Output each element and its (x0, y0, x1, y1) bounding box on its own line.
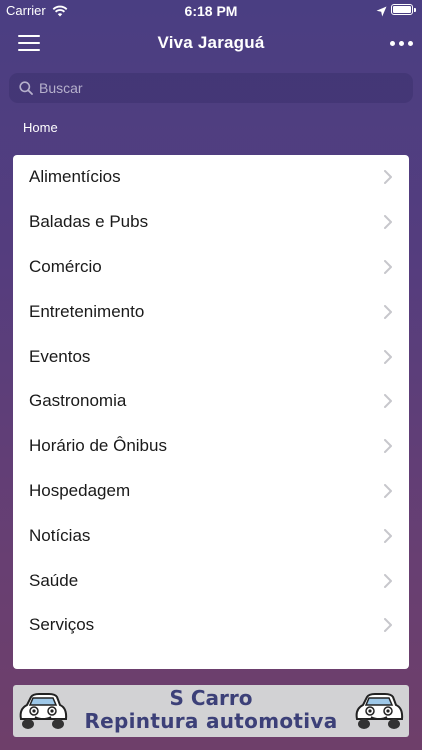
more-options-icon[interactable] (390, 41, 414, 47)
list-item-label: Entretenimento (29, 301, 145, 321)
list-item-label: Baladas e Pubs (29, 212, 149, 232)
search-bar[interactable] (9, 73, 413, 103)
chevron-right-icon (384, 349, 392, 364)
list-item-label: Comércio (29, 256, 102, 276)
breadcrumb[interactable]: Home (23, 120, 58, 135)
list-item-label: Alimentícios (29, 167, 121, 187)
list-item[interactable]: Saúde (13, 558, 409, 603)
chevron-right-icon (384, 573, 392, 588)
banner-subtitle: Repintura automotiva (84, 709, 338, 733)
chevron-right-icon (384, 170, 392, 185)
list-item-label: Gastronomia (29, 391, 127, 411)
list-item-label: Notícias (29, 525, 91, 545)
navigation-bar: Viva Jaraguá (0, 22, 422, 66)
chevron-right-icon (384, 304, 392, 319)
chevron-right-icon (384, 394, 392, 409)
chevron-right-icon (384, 618, 392, 633)
list-item[interactable]: Hospedagem (13, 469, 409, 514)
list-item[interactable]: Baladas e Pubs (13, 200, 409, 245)
clock: 6:18 PM (184, 3, 238, 19)
list-item-label: Horário de Ônibus (29, 436, 167, 456)
chevron-right-icon (384, 215, 392, 230)
list-item[interactable]: Alimentícios (13, 155, 409, 200)
category-list: Alimentícios Baladas e Pubs Comércio Ent… (13, 155, 409, 669)
chevron-right-icon (384, 528, 392, 543)
list-item-label: Hospedagem (29, 480, 131, 500)
chevron-right-icon (384, 483, 392, 498)
list-item[interactable]: Eventos (13, 334, 409, 379)
list-item-label: Saúde (29, 570, 79, 590)
battery-icon (391, 4, 416, 15)
chevron-right-icon (384, 439, 392, 454)
page-title: Viva Jaraguá (157, 33, 265, 52)
list-item[interactable]: Gastronomia (13, 379, 409, 424)
list-item-label: Eventos (29, 346, 91, 366)
list-item-label: Serviços (29, 615, 95, 635)
list-item[interactable]: Notícias (13, 513, 409, 558)
list-item[interactable]: Serviços (13, 603, 409, 648)
status-bar: Carrier 6:18 PM (0, 0, 422, 22)
list-item[interactable]: Entretenimento (13, 289, 409, 334)
list-item[interactable]: Horário de Ônibus (13, 424, 409, 469)
location-arrow-icon (376, 4, 387, 22)
cartoon-car-icon (355, 693, 404, 729)
search-input[interactable] (39, 73, 399, 103)
list-item[interactable]: Comércio (13, 245, 409, 290)
ad-banner[interactable]: S Carro Repintura automotiva (13, 685, 409, 737)
banner-title: S Carro (169, 686, 253, 710)
chevron-right-icon (384, 259, 392, 274)
search-icon (19, 81, 33, 95)
